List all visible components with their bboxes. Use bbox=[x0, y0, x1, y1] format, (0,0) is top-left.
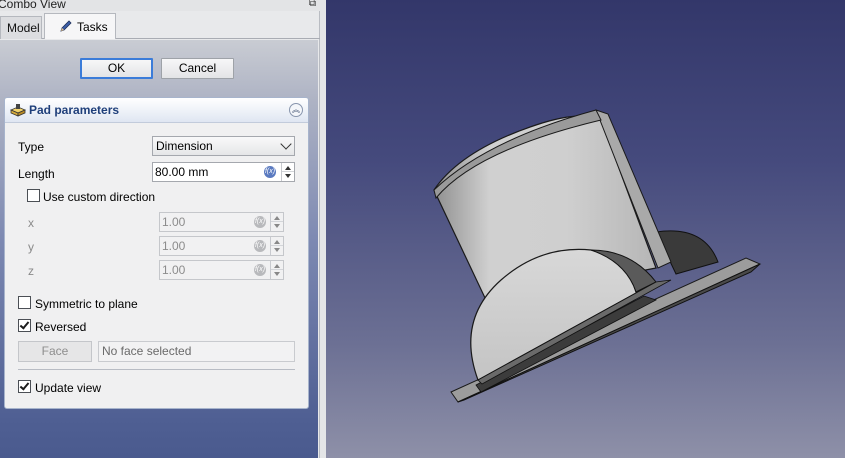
custom-direction-label: Use custom direction bbox=[43, 190, 156, 204]
symmetric-label: Symmetric to plane bbox=[35, 297, 138, 311]
cancel-button[interactable]: Cancel bbox=[161, 58, 234, 79]
tasks-pencil-icon bbox=[60, 20, 72, 32]
tab-model[interactable]: Model bbox=[0, 16, 42, 39]
dock-tabs: Model Tasks bbox=[0, 13, 320, 39]
y-spin-buttons[interactable] bbox=[270, 237, 283, 255]
length-spin-buttons[interactable] bbox=[281, 163, 294, 181]
reversed-checkbox[interactable] bbox=[18, 319, 31, 332]
update-view-checkbox[interactable] bbox=[18, 380, 31, 393]
reversed-label: Reversed bbox=[35, 320, 87, 334]
z-value: 1.00 bbox=[162, 263, 186, 277]
tab-model-label: Model bbox=[7, 21, 40, 35]
pad-parameters-header[interactable]: Pad parameters ︽ bbox=[5, 98, 308, 123]
combo-view-dock: Combo View ⧉ Model Tasks OK Cancel Pad p… bbox=[0, 0, 320, 458]
pad-icon bbox=[10, 104, 26, 117]
x-value: 1.00 bbox=[162, 215, 186, 229]
length-input[interactable]: 80.00 mm f(x) bbox=[152, 162, 295, 182]
z-label: z bbox=[28, 264, 34, 278]
dock-titlebar: Combo View ⧉ bbox=[0, 0, 320, 11]
checkmark-icon bbox=[19, 380, 30, 391]
update-view-label: Update view bbox=[35, 381, 102, 395]
custom-direction-checkbox[interactable] bbox=[27, 189, 40, 202]
x-spin-buttons[interactable] bbox=[270, 213, 283, 231]
tab-tasks-label: Tasks bbox=[77, 20, 108, 34]
dock-title: Combo View bbox=[0, 0, 66, 11]
y-expression-icon: f(x) bbox=[254, 240, 266, 252]
x-expression-icon: f(x) bbox=[254, 216, 266, 228]
type-select[interactable]: Dimension bbox=[152, 136, 295, 156]
y-value: 1.00 bbox=[162, 239, 186, 253]
ok-button[interactable]: OK bbox=[80, 58, 153, 79]
pad-parameters-title: Pad parameters bbox=[29, 103, 120, 117]
x-input[interactable]: 1.00 f(x) bbox=[159, 212, 284, 232]
z-input[interactable]: 1.00 f(x) bbox=[159, 260, 284, 280]
3d-viewport[interactable] bbox=[326, 0, 845, 458]
pad-model-render bbox=[433, 109, 762, 403]
divider bbox=[18, 369, 295, 370]
y-label: y bbox=[28, 240, 34, 254]
checkmark-icon bbox=[19, 319, 30, 330]
symmetric-checkbox[interactable] bbox=[18, 296, 31, 309]
length-label: Length bbox=[18, 167, 55, 181]
tab-tasks[interactable]: Tasks bbox=[44, 13, 116, 39]
type-label: Type bbox=[18, 140, 45, 154]
z-expression-icon: f(x) bbox=[254, 264, 266, 276]
z-spin-buttons[interactable] bbox=[270, 261, 283, 279]
expression-icon[interactable]: f(x) bbox=[264, 166, 276, 178]
type-select-value: Dimension bbox=[156, 139, 213, 153]
length-value: 80.00 mm bbox=[155, 165, 209, 179]
face-button[interactable]: Face bbox=[18, 341, 92, 362]
y-input[interactable]: 1.00 f(x) bbox=[159, 236, 284, 256]
x-label: x bbox=[28, 216, 34, 230]
float-dock-icon[interactable]: ⧉ bbox=[309, 0, 316, 9]
collapse-chevron-icon[interactable]: ︽ bbox=[289, 103, 303, 117]
chevron-down-icon bbox=[280, 138, 292, 150]
face-field: No face selected bbox=[98, 341, 295, 362]
